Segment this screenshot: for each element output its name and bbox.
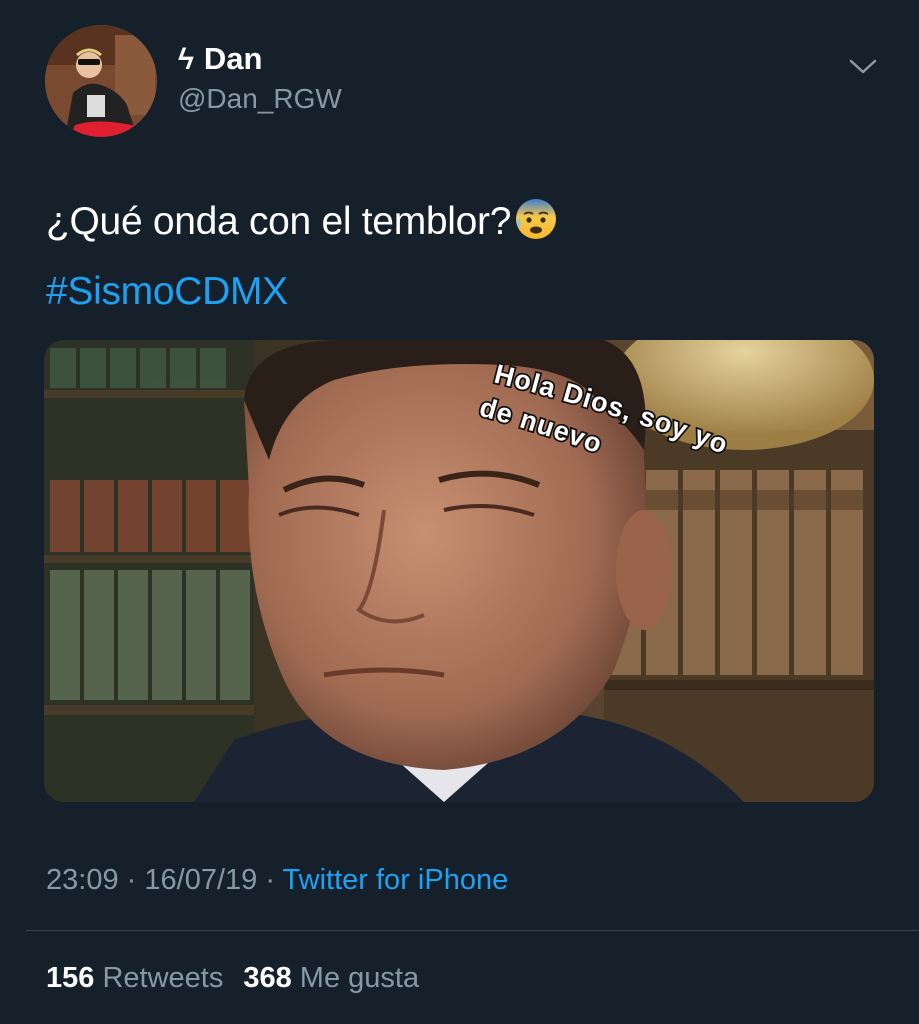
tweet-stats: 156 Retweets 368 Me gusta xyxy=(46,960,419,996)
meme-photo xyxy=(44,340,874,802)
tweet-meta: 23:09 · 16/07/19 · Twitter for iPhone xyxy=(46,862,508,898)
tweet-source-link[interactable]: Twitter for iPhone xyxy=(283,864,509,896)
tweet-date: 16/07/19 xyxy=(144,864,258,896)
tweet-detail: ϟ Dan @Dan_RGW ¿Qué onda con el temblor? xyxy=(0,0,919,1024)
tweet-time: 23:09 xyxy=(46,864,119,896)
anxious-face-with-sweat-emoji-icon xyxy=(513,195,559,241)
divider xyxy=(26,930,919,931)
avatar[interactable] xyxy=(45,25,157,137)
tweet-media-image[interactable] xyxy=(44,340,874,802)
tweet-text-content: ¿Qué onda con el temblor? xyxy=(46,200,512,243)
retweets-label: Retweets xyxy=(102,962,224,994)
meta-separator: · xyxy=(265,864,275,896)
lightning-bolt-icon: ϟ xyxy=(178,43,194,76)
display-name[interactable]: ϟ Dan xyxy=(178,40,342,79)
meta-separator: · xyxy=(126,864,137,896)
avatar-photo xyxy=(45,25,157,137)
retweets-stat[interactable]: 156 Retweets xyxy=(46,962,223,994)
chevron-down-icon[interactable] xyxy=(848,55,878,77)
likes-label: Me gusta xyxy=(299,962,420,994)
hashtag-link[interactable]: #SismoCDMX xyxy=(46,268,288,316)
display-name-text: Dan xyxy=(203,41,263,76)
author-block[interactable]: ϟ Dan @Dan_RGW xyxy=(178,40,342,117)
likes-count: 368 xyxy=(243,962,292,994)
likes-stat[interactable]: 368 Me gusta xyxy=(243,962,419,994)
user-handle[interactable]: @Dan_RGW xyxy=(178,81,342,117)
tweet-text: ¿Qué onda con el temblor? xyxy=(46,195,559,246)
retweets-count: 156 xyxy=(46,962,95,994)
